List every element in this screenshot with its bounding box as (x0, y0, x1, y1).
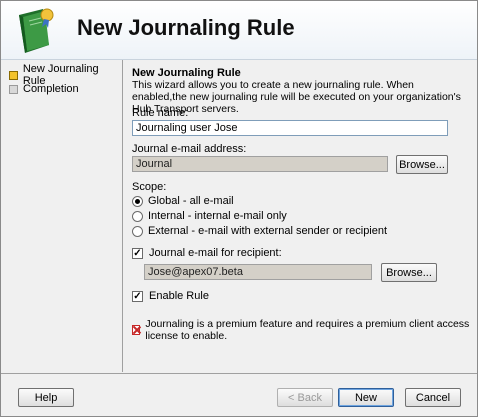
checkmark-icon: ✓ (132, 247, 143, 259)
radio-unselected-icon (132, 225, 143, 237)
recipient-field (144, 264, 372, 280)
scope-internal-radio[interactable]: Internal - internal e-mail only (132, 209, 287, 223)
section-title: New Journaling Rule (132, 67, 241, 79)
license-warning: Journaling is a premium feature and requ… (132, 318, 472, 342)
scope-global-label: Global - all e-mail (148, 195, 234, 207)
journal-email-field (132, 156, 388, 172)
journal-recipient-checkbox[interactable]: ✓ Journal e-mail for recipient: (132, 246, 282, 260)
scope-global-radio[interactable]: Global - all e-mail (132, 194, 234, 208)
inactive-step-icon (9, 84, 18, 94)
wizard-footer: Help < Back New Cancel (1, 373, 477, 416)
radio-unselected-icon (132, 210, 143, 222)
journal-email-label: Journal e-mail address: (132, 143, 247, 155)
wizard-steps-nav: New Journaling Rule Completion (1, 60, 123, 372)
enable-rule-label: Enable Rule (149, 290, 209, 302)
help-button[interactable]: Help (18, 388, 74, 407)
checkmark-icon: ✓ (132, 290, 143, 302)
error-icon (132, 325, 141, 335)
enable-rule-checkbox[interactable]: ✓ Enable Rule (132, 289, 209, 303)
scope-internal-label: Internal - internal e-mail only (148, 210, 287, 222)
journal-book-icon (19, 8, 54, 53)
page-title: New Journaling Rule (77, 15, 295, 40)
active-step-icon (9, 70, 18, 80)
browse-journal-button[interactable]: Browse... (396, 155, 448, 174)
browse-recipient-button[interactable]: Browse... (381, 263, 437, 282)
journal-recipient-label: Journal e-mail for recipient: (149, 247, 282, 259)
new-button[interactable]: New (338, 388, 394, 407)
nav-item-label: Completion (23, 83, 79, 95)
scope-external-label: External - e-mail with external sender o… (148, 225, 388, 237)
nav-item-completion[interactable]: Completion (9, 82, 79, 96)
cancel-button[interactable]: Cancel (405, 388, 461, 407)
scope-external-radio[interactable]: External - e-mail with external sender o… (132, 224, 387, 238)
warning-text: Journaling is a premium feature and requ… (145, 318, 470, 342)
wizard-window: New Journaling Rule New Journaling Rule … (0, 0, 478, 417)
scope-label: Scope: (132, 181, 167, 193)
wizard-header: New Journaling Rule (1, 1, 477, 60)
rule-name-input[interactable] (132, 120, 448, 136)
back-button[interactable]: < Back (277, 388, 333, 407)
nav-item-new-journaling-rule[interactable]: New Journaling Rule (9, 63, 122, 87)
radio-selected-icon (132, 195, 143, 207)
rule-name-label: Rule name: (132, 107, 189, 119)
